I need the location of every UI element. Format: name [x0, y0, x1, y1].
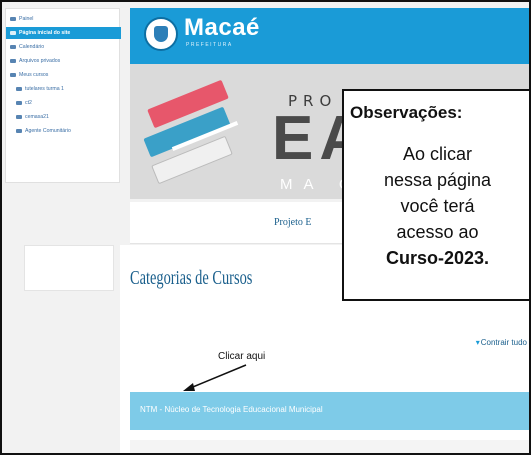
page-title: Categorias de Cursos — [130, 267, 253, 289]
home-icon — [10, 17, 16, 21]
callout-line-bold: Curso-2023. — [385, 248, 490, 268]
callout-line: nessa página — [383, 170, 492, 190]
sidebar-item-my-courses[interactable]: Meus cursos — [6, 69, 121, 81]
sidebar-item-private-files[interactable]: Arquivos privados — [6, 55, 121, 67]
calendar-icon — [10, 45, 16, 49]
category-link[interactable]: NTM - Núcleo de Tecnologia Educacional M… — [140, 405, 323, 414]
sidebar-item-label: Meus cursos — [19, 72, 49, 78]
logo-subtitle: PREFEITURA — [186, 42, 233, 48]
graduation-cap-icon — [16, 101, 22, 105]
sidebar-item-label: Calendário — [19, 44, 45, 50]
sidebar-item-label: ct2 — [25, 100, 32, 106]
screenshot-frame: Painel Página inicial do site Calendário… — [0, 0, 531, 455]
callout-title: Observações: — [350, 103, 463, 122]
category-row — [130, 440, 529, 453]
sidebar-item-label: Agente Comunitário — [25, 128, 71, 134]
collapse-all-link[interactable]: ▾Contrair tudo — [476, 338, 527, 347]
file-icon — [10, 59, 16, 63]
sidebar-block — [24, 245, 114, 291]
sidebar-item-course[interactable]: ct2 — [6, 97, 121, 109]
category-item-ntm[interactable]: NTM - Núcleo de Tecnologia Educacional M… — [130, 392, 529, 430]
callout-line: Ao clicar — [402, 144, 473, 164]
observation-callout: Observações: Ao clicar nessa página você… — [342, 89, 529, 301]
click-here-annotation: Clicar aqui — [218, 351, 266, 362]
sidebar-item-calendar[interactable]: Calendário — [6, 41, 121, 53]
sidebar-item-course[interactable]: tutelares turma 1 — [6, 83, 121, 95]
sidebar-item-course[interactable]: Agente Comunitário — [6, 125, 121, 137]
arrow-annotation-icon — [183, 364, 247, 391]
graduation-cap-icon — [10, 73, 16, 77]
logo-title[interactable]: Macaé — [184, 14, 260, 42]
crest-shield-icon — [154, 26, 168, 42]
sidebar-item-label: Arquivos privados — [19, 58, 61, 64]
sidebar-item-course[interactable]: cemasa21 — [6, 111, 121, 123]
sidebar-item-label: Página inicial do site — [19, 30, 71, 36]
sidebar-item-label: tutelares turma 1 — [25, 86, 64, 92]
callout-line: acesso ao — [396, 222, 479, 242]
graduation-cap-icon — [16, 87, 22, 91]
sidebar-item-label: cemasa21 — [25, 114, 49, 120]
sidebar-item-label: Painel — [19, 16, 34, 22]
graduation-cap-icon — [16, 129, 22, 133]
sidebar-item-painel[interactable]: Painel — [6, 13, 121, 25]
callout-line: você terá — [400, 196, 475, 216]
collapse-all-label: Contrair tudo — [480, 338, 527, 347]
sidebar-nav: Painel Página inicial do site Calendário… — [5, 8, 121, 183]
city-crest-logo[interactable] — [144, 17, 178, 51]
graduation-cap-icon — [16, 115, 22, 119]
triangle-down-icon: ▾ — [475, 338, 480, 347]
site-header: Macaé PREFEITURA — [130, 8, 529, 64]
callout-body: Ao clicar nessa página você terá acesso … — [344, 141, 529, 271]
project-title: Projeto E — [274, 217, 312, 228]
sidebar-item-site-home[interactable]: Página inicial do site — [6, 27, 121, 39]
home-icon — [10, 31, 16, 35]
